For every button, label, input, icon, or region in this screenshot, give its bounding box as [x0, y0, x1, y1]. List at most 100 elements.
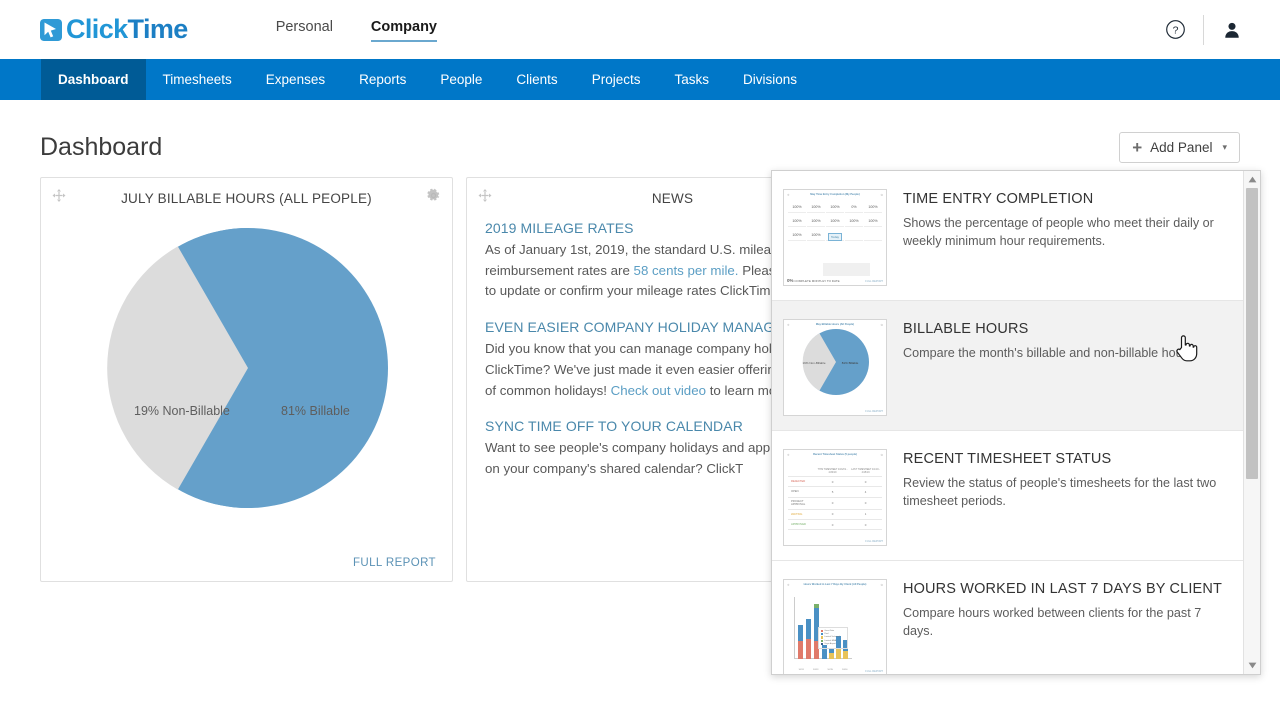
- thumbnail-pie-chart: 19% Non-Billable 81% Billable: [802, 329, 869, 395]
- tab-personal[interactable]: Personal: [276, 19, 333, 41]
- cal-cell: 100%: [807, 200, 825, 213]
- x-tick: 10/16: [841, 669, 848, 671]
- scrollbar-thumb[interactable]: [1246, 188, 1258, 479]
- clicktime-dashboard-app: ClickTime Personal Company ? Dashboard T…: [0, 0, 1280, 720]
- nav-item-people[interactable]: People: [423, 59, 499, 100]
- table-header-row: THIS TIMESHEET 4/16/19 - 4/30/19 LAST TI…: [788, 465, 882, 478]
- status-count-a: 0: [815, 476, 850, 488]
- tab-company[interactable]: Company: [370, 19, 438, 42]
- th-last-timesheet: LAST TIMESHEET 4/1/19 - 4/15/19: [849, 465, 882, 478]
- account-button[interactable]: [1210, 8, 1254, 52]
- legend-label: Great Data: [824, 629, 835, 632]
- logo-wordmark: ClickTime: [66, 14, 188, 44]
- nav-item-reports[interactable]: Reports: [342, 59, 423, 100]
- status-count-a: 5: [815, 486, 850, 498]
- drag-move-icon: ✥: [787, 193, 790, 197]
- status-label: OPEN: [788, 486, 816, 498]
- thumbnail-full-report: FULL REPORT: [865, 280, 883, 283]
- gear-icon: ✿: [880, 193, 883, 197]
- option-description: Review the status of people's timesheets…: [903, 476, 1217, 508]
- help-button[interactable]: ?: [1153, 8, 1197, 52]
- nav-item-timesheets[interactable]: Timesheets: [146, 59, 249, 100]
- th-this-timesheet: THIS TIMESHEET 4/16/19 - 4/30/19: [815, 465, 850, 478]
- table-row: OPEN 5 4: [788, 486, 882, 498]
- clicktime-logo-icon: [40, 18, 62, 41]
- thumbnail-status-table: THIS TIMESHEET 4/16/19 - 4/30/19 LAST TI…: [788, 465, 882, 531]
- nav-item-clients[interactable]: Clients: [499, 59, 574, 100]
- add-panel-label: Add Panel: [1150, 140, 1213, 155]
- x-tick: 10/13: [812, 669, 819, 671]
- main-navigation: Dashboard Timesheets Expenses Reports Pe…: [0, 59, 1280, 100]
- panel-billable-hours: JULY BILLABLE HOURS (ALL PEOPLE) 19% Non…: [40, 177, 453, 582]
- x-tick: 10/15: [827, 669, 833, 671]
- nav-item-projects[interactable]: Projects: [575, 59, 658, 100]
- cal-cell: 100%: [807, 214, 825, 227]
- chevron-down-icon: ▾: [1222, 142, 1227, 152]
- panel-option-recent-timesheet-status[interactable]: ✥ ✿ Recent Timesheet Status (5 people) T…: [772, 431, 1243, 561]
- pie-chart-area: 19% Non-Billable 81% Billable: [41, 218, 452, 518]
- add-panel-dropdown: ✥ ✿ May Time Entry Completion (My People…: [771, 170, 1261, 675]
- scroll-up-arrow-icon[interactable]: [1244, 171, 1261, 188]
- gear-icon[interactable]: [426, 188, 441, 208]
- today-badge: Today: [827, 233, 842, 241]
- option-description: Shows the percentage of people who meet …: [903, 216, 1214, 248]
- option-description: Compare hours worked between clients for…: [903, 606, 1202, 638]
- calendar-shaded-region: [822, 263, 870, 276]
- option-title: TIME ENTRY COMPLETION: [903, 191, 1094, 207]
- option-title: HOURS WORKED IN LAST 7 DAYS BY CLIENT: [903, 581, 1222, 597]
- panel-option-billable-hours[interactable]: ✥ ✿ May Billable Hours (All People) 19% …: [772, 301, 1243, 431]
- legend-entry: Pixel: [820, 632, 846, 636]
- panel-option-time-entry-completion[interactable]: ✥ ✿ May Time Entry Completion (My People…: [772, 171, 1243, 301]
- dropdown-scrollbar[interactable]: [1243, 171, 1260, 674]
- full-report-link[interactable]: FULL REPORT: [353, 557, 436, 569]
- thumbnail-full-report: FULL REPORT: [865, 670, 883, 673]
- nav-item-dashboard[interactable]: Dashboard: [41, 59, 146, 100]
- legend-label: Limited Technical: [824, 636, 840, 639]
- cal-cell: 100%: [788, 200, 806, 213]
- thumbnail-title: Recent Timesheet Status (5 people): [813, 453, 857, 456]
- cal-cell: 100%: [845, 214, 863, 227]
- calendar-completion-thumbnail: ✥ ✿ May Time Entry Completion (My People…: [783, 189, 887, 286]
- chart-legend: Great Data Pixel Limited Technical Limit…: [818, 627, 848, 649]
- legend-label: Virgin Airport: [824, 643, 836, 646]
- add-panel-options-list: ✥ ✿ May Time Entry Completion (My People…: [772, 171, 1243, 674]
- thumbnail-footer-stat: 0% COMPLETE MONTHLY TO DATE: [787, 278, 840, 283]
- status-label: REJECTED: [788, 476, 816, 488]
- bar: [798, 624, 803, 659]
- panel-option-hours-worked-by-client[interactable]: ✥ ✿ Hours Worked in Last 7 Days By Clien…: [772, 561, 1243, 674]
- header-divider: [1203, 14, 1204, 45]
- drag-move-icon[interactable]: [478, 189, 492, 208]
- nav-item-expenses[interactable]: Expenses: [249, 59, 342, 100]
- scroll-down-arrow-icon[interactable]: [1244, 657, 1261, 674]
- thumbnail-full-report: FULL REPORT: [865, 410, 883, 413]
- drag-move-icon[interactable]: [52, 189, 66, 208]
- pie-label-non-billable: 19% Non-Billable: [134, 404, 230, 418]
- thumbnail-full-report: FULL REPORT: [865, 540, 883, 543]
- svg-text:81% Billable: 81% Billable: [842, 361, 859, 365]
- option-text: TIME ENTRY COMPLETION Shows the percenta…: [903, 189, 1229, 251]
- thumbnail-bar-chart: Great Data Pixel Limited Technical Limit…: [794, 597, 852, 659]
- status-count-b: 0: [849, 476, 882, 488]
- cal-cell: [864, 228, 882, 241]
- gear-icon: ✿: [880, 583, 883, 587]
- plus-icon: +: [1132, 138, 1143, 157]
- news-inline-link[interactable]: Check out video: [611, 383, 706, 398]
- news-inline-link[interactable]: 58 cents per mile.: [634, 263, 739, 278]
- timesheet-status-table-thumbnail: ✥ ✿ Recent Timesheet Status (5 people) T…: [783, 449, 887, 546]
- nav-item-tasks[interactable]: Tasks: [657, 59, 726, 100]
- status-label: APPROVED: [788, 519, 816, 531]
- legend-entry: Limited Technical: [820, 636, 846, 639]
- status-count-b: 1: [849, 509, 882, 520]
- stacked-bar-hours-thumbnail: ✥ ✿ Hours Worked in Last 7 Days By Clien…: [783, 579, 887, 674]
- table-row: APPROVED 0 0: [788, 519, 882, 531]
- chart-x-tick-labels: 10/11 10/13 10/15 10/16: [794, 669, 852, 671]
- clicktime-logo[interactable]: ClickTime: [38, 16, 188, 43]
- nav-item-divisions[interactable]: Divisions: [726, 59, 814, 100]
- add-panel-button[interactable]: + Add Panel ▾: [1119, 132, 1240, 163]
- thumbnail-title: Hours Worked in Last 7 Days By Client (A…: [803, 583, 867, 586]
- cal-cell-today: Today: [826, 228, 844, 241]
- scrollbar-track[interactable]: [1244, 188, 1260, 657]
- cal-cell: 100%: [788, 228, 806, 241]
- drag-move-icon: ✥: [787, 323, 790, 327]
- svg-text:?: ?: [1172, 25, 1178, 37]
